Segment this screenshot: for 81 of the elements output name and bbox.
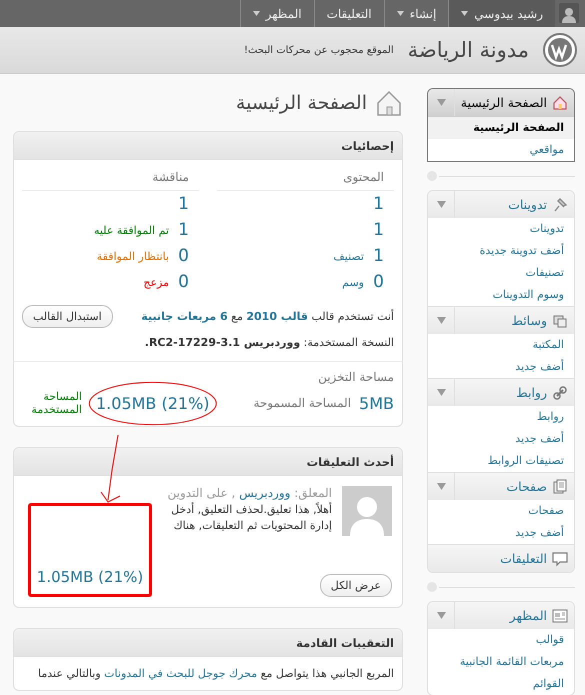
theme-link[interactable]: 6 مربعات جانبية: [141, 310, 228, 323]
submenu-item[interactable]: مواقعي: [428, 139, 574, 161]
page-title: الصفحة الرئيسية: [236, 92, 367, 114]
submenu-item[interactable]: أضف جديد: [428, 522, 574, 544]
incoming-links-text: المربع الجانبي هذا يتواصل مع محرك جوجل للبحث في المدونات وبالتالي عندما: [37, 666, 395, 682]
avatar-icon[interactable]: [559, 3, 579, 23]
menu-heading[interactable]: روابط: [428, 378, 574, 406]
submenu-item[interactable]: المكتبة: [428, 334, 574, 356]
stat-label[interactable]: مزعج: [143, 276, 169, 288]
submenu-item[interactable]: أضف جديد: [428, 428, 574, 450]
column-heading: المحتوى: [217, 160, 394, 191]
change-theme-button[interactable]: استبدال القالب: [22, 305, 113, 328]
submenu-item[interactable]: القوائم: [428, 673, 574, 695]
storage-heading: مساحة التخزين: [317, 370, 394, 384]
submenu-item[interactable]: روابط: [428, 406, 574, 428]
chain-link-icon: [552, 384, 568, 400]
submenu-item[interactable]: صفحات: [428, 500, 574, 522]
count-link[interactable]: 1: [372, 220, 384, 240]
theme-info: أنت تستخدم قالب قالب 2010 مع 6 مربعات جانبية: [141, 310, 394, 323]
avatar-icon: [342, 486, 392, 536]
search-engine-notice: الموقع محجوب عن محركات البحث!: [244, 44, 394, 56]
submenu-item[interactable]: تصنيفات الروابط: [428, 450, 574, 472]
pages-icon: [552, 478, 568, 494]
submenu-item[interactable]: تدوينات: [428, 218, 574, 240]
theme-link[interactable]: قالب 2010: [246, 310, 308, 323]
panel-title: أحدث التعليقات: [14, 448, 402, 476]
toggle-arrow-icon[interactable]: [436, 201, 446, 208]
count-link[interactable]: 1: [372, 194, 384, 214]
version-info: النسخة المستخدمة: ووردبريس 3.1-RC2-17229.: [14, 332, 402, 362]
count-link[interactable]: 1: [177, 220, 189, 240]
submenu-item[interactable]: أضف جديد: [428, 356, 574, 378]
menu-heading[interactable]: الصفحة الرئيسية: [428, 89, 574, 117]
comment-excerpt: إدارة المحتويات ثم التعليقات, هناك: [172, 519, 332, 532]
toggle-arrow-icon[interactable]: [436, 483, 446, 490]
stat-label[interactable]: تم الموافقة عليه: [94, 224, 169, 236]
zoom-callout: 1.05MB (21%): [28, 503, 152, 597]
count-link[interactable]: 0: [177, 272, 189, 292]
count-link[interactable]: 0: [372, 272, 384, 292]
panel-title: إحصائيات: [14, 132, 402, 160]
count-link[interactable]: 1: [372, 246, 384, 266]
site-title: مدونة الرياضة: [408, 38, 529, 62]
column-heading: مناقشة: [22, 160, 199, 191]
menu-heading[interactable]: وسائط: [428, 306, 574, 334]
used-space-label: المساحة المستخدمة: [30, 390, 82, 416]
media-icon: [552, 312, 568, 328]
stat-label[interactable]: وسم: [342, 276, 364, 288]
toggle-arrow-icon[interactable]: [436, 612, 446, 619]
allowed-space-label: المساحة المسموحة: [253, 396, 352, 410]
toggle-arrow-icon[interactable]: [436, 317, 446, 324]
submenu-item[interactable]: مربعات القائمة الجانبية: [428, 651, 574, 673]
submenu-item[interactable]: قوالب: [428, 629, 574, 651]
menu-heading[interactable]: المظهر: [428, 602, 574, 629]
comment-author: المعلق: ووردبريس , على التدوين: [166, 486, 332, 500]
menu-heading[interactable]: صفحات: [428, 472, 574, 500]
allowed-space-value: 5MB: [359, 394, 394, 412]
arrow: [100, 434, 120, 503]
stat-label[interactable]: بانتظار الموافقة: [96, 250, 169, 262]
used-space-value: 1.05MB (21%): [96, 394, 210, 412]
speech-bubble-icon: [552, 550, 568, 566]
search-link[interactable]: محرك جوجل للبحث في المدونات: [104, 667, 258, 680]
house-icon: [375, 89, 403, 117]
menu-heading[interactable]: التعليقات: [428, 544, 574, 572]
comment-excerpt: أهلاً, هذا تعليق.لحذف التعليق, أدخل: [170, 503, 332, 516]
submenu-item[interactable]: أضف تدوينة جديدة: [428, 240, 574, 262]
stat-label[interactable]: تصنيف: [333, 250, 364, 262]
author-link[interactable]: ووردبريس: [239, 486, 290, 500]
panel-title: التعقيبات القادمة: [14, 629, 402, 657]
toggle-arrow-icon[interactable]: [436, 389, 446, 396]
view-all-button[interactable]: عرض الكل: [320, 574, 392, 597]
submenu-item[interactable]: تصنيفات: [428, 262, 574, 284]
count-link[interactable]: 0: [177, 246, 189, 266]
toggle-arrow-icon[interactable]: [436, 99, 446, 106]
count-link[interactable]: 1: [177, 194, 189, 214]
submenu-item[interactable]: الصفحة الرئيسية: [428, 117, 574, 139]
logo-icon[interactable]: [543, 33, 577, 67]
house-icon: [552, 94, 568, 110]
submenu-item[interactable]: وسوم التدوينات: [428, 284, 574, 306]
pushpin-icon: [552, 196, 568, 212]
layout-icon: [552, 608, 568, 624]
menu-heading[interactable]: تدوينات: [428, 191, 574, 218]
user-menu[interactable]: رشيد بيدوسي: [448, 0, 555, 27]
